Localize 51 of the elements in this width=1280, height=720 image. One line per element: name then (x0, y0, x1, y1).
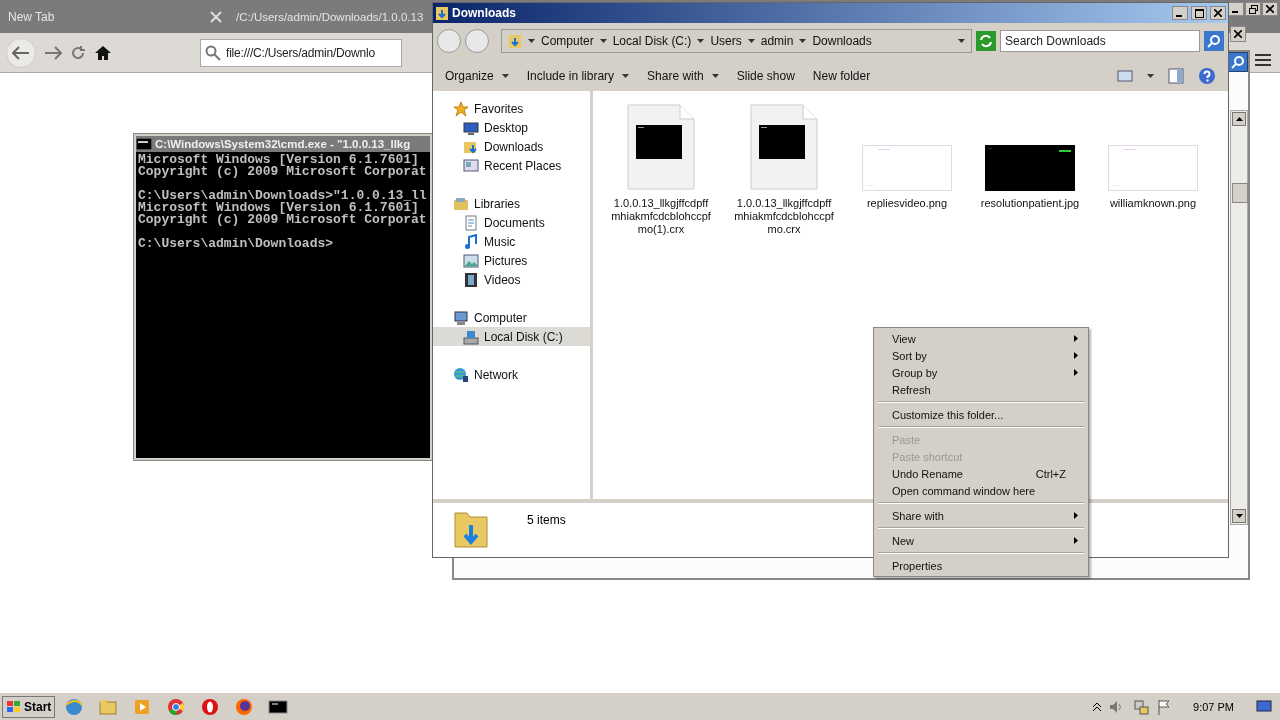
search-field[interactable]: Search Downloads (1000, 30, 1200, 52)
console-line: C:\Users\admin\Downloads>"1.0.0.13_ll (138, 190, 428, 202)
nav-item[interactable]: Downloads (433, 137, 590, 156)
file-item[interactable]: williamknown.png (1093, 103, 1213, 210)
menu-item[interactable]: Group by (876, 364, 1086, 381)
file-item[interactable]: 1.0.0.13_llkgjffcdpffmhiakmfcdcblohccpfmo.crx (724, 103, 844, 236)
nav-item[interactable]: Recent Places (433, 156, 590, 175)
nav-item[interactable]: Computer (433, 308, 590, 327)
console-line: Copyright (c) 2009 Microsoft Corporat (138, 166, 428, 178)
nav-item[interactable]: Network (433, 365, 590, 384)
nav-item[interactable]: Videos (433, 270, 590, 289)
start-button[interactable]: Start (2, 695, 56, 718)
breadcrumb[interactable]: admin (760, 34, 794, 48)
window-title: Downloads (452, 6, 517, 20)
nav-item[interactable]: Favorites (433, 99, 590, 118)
console-line: C:\Users\admin\Downloads> (138, 238, 335, 250)
menu-item[interactable]: Sort by (876, 347, 1086, 364)
menu-item[interactable]: New (876, 532, 1086, 549)
menu-item[interactable]: Customize this folder... (876, 406, 1086, 423)
nav-item[interactable]: Pictures (433, 251, 590, 270)
address-bar[interactable]: Computer Local Disk (C:) Users admin Downloads (501, 29, 972, 53)
breadcrumb[interactable]: Users (710, 34, 742, 48)
toolbar-button[interactable]: Slide show (736, 69, 795, 83)
toolbar-button[interactable]: Share with (647, 69, 719, 83)
clock: 9:07 PM (1193, 700, 1234, 713)
nav-item[interactable]: Libraries (433, 194, 590, 213)
toolbar-button[interactable]: Include in library (526, 69, 630, 83)
breadcrumb[interactable]: Downloads (812, 34, 872, 48)
file-item[interactable]: 1.0.0.13_llkgjffcdpffmhiakmfcdcblohccpfmo(1).crx (601, 103, 721, 236)
breadcrumb[interactable]: Local Disk (C:) (612, 34, 692, 48)
file-item[interactable]: repliesvideo.png (847, 103, 967, 210)
item-count: 5 items (527, 513, 566, 527)
url-field[interactable]: file:///C:/Users/admin/Downlo (200, 38, 402, 67)
menu-item[interactable]: Undo Rename Ctrl+Z (876, 465, 1086, 482)
nav-item[interactable]: Desktop (433, 118, 590, 137)
toolbar-button[interactable]: Organize (445, 69, 509, 83)
menu-item[interactable]: Open command window here (876, 482, 1086, 499)
window-title: C:\Windows\System32\cmd.exe - "1.0.0.13_llkg (155, 138, 411, 150)
breadcrumb[interactable]: Computer (541, 34, 594, 48)
file-item[interactable]: resolutionpatient.jpg (970, 103, 1090, 210)
menu-item[interactable]: Share with (876, 507, 1086, 524)
menu-item[interactable]: Properties (876, 557, 1086, 574)
nav-item[interactable]: Local Disk (C:) (433, 327, 590, 346)
nav-item[interactable]: Music (433, 232, 590, 251)
console-line: Microsoft Windows [Version 6.1.7601] (138, 154, 419, 166)
console-line: Microsoft Windows [Version 6.1.7601] (138, 202, 419, 214)
toolbar-button[interactable]: New folder (812, 69, 871, 83)
nav-item[interactable]: Documents (433, 213, 590, 232)
console-line: Copyright (c) 2009 Microsoft Corporat (138, 214, 428, 226)
menu-item[interactable]: View (876, 330, 1086, 347)
menu-item[interactable]: Refresh (876, 381, 1086, 398)
